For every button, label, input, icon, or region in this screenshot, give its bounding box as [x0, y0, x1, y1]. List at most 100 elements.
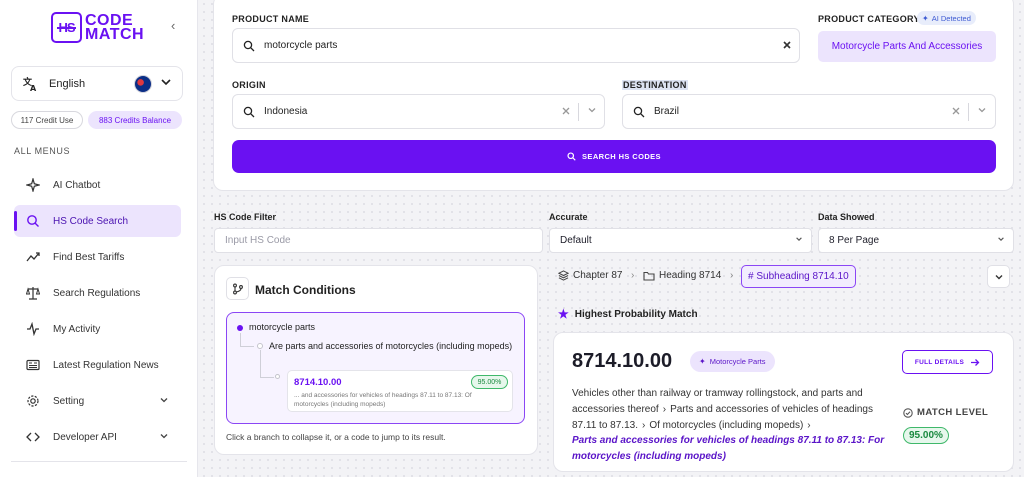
- tree-code-match-badge: 95.00%: [471, 375, 508, 389]
- breadcrumb-heading[interactable]: Heading 8714: [643, 270, 721, 281]
- data-showed-value: 8 Per Page: [829, 235, 880, 246]
- sidebar-item-hs-code-search[interactable]: HS Code Search: [14, 205, 181, 237]
- sparkle-icon: ✦: [699, 357, 706, 366]
- flag-icon: [134, 75, 152, 93]
- data-showed-label: Data Showed: [818, 212, 875, 222]
- sidebar-item-label: Latest Regulation News: [53, 359, 159, 371]
- breadcrumb-chapter-label: Chapter 87: [573, 270, 623, 281]
- chevron-down-icon: [795, 235, 803, 245]
- sidebar-item-developer-api[interactable]: Developer API: [14, 421, 181, 453]
- breadcrumb-subheading[interactable]: # Subheading 8714.10: [741, 265, 856, 288]
- credit-used-badge: 117 Credit Use: [11, 111, 83, 129]
- expand-toggle-button[interactable]: [987, 265, 1010, 288]
- star-icon: ★: [558, 307, 569, 321]
- chevron-down-icon: [995, 274, 1002, 279]
- check-circle-icon: [903, 407, 913, 418]
- match-conditions-hint: Click a branch to collapse it, or a code…: [226, 432, 446, 442]
- svg-text:A: A: [30, 84, 37, 92]
- sidebar-item-find-best-tariffs[interactable]: Find Best Tariffs: [14, 241, 181, 273]
- full-details-button[interactable]: FULL DETAILS: [902, 350, 993, 374]
- accurate-select[interactable]: Default: [549, 228, 812, 253]
- tree-connector: [240, 346, 254, 347]
- sidebar-item-search-regulations[interactable]: Search Regulations: [14, 277, 181, 309]
- translate-icon: 文A: [22, 75, 40, 93]
- clear-icon[interactable]: [782, 40, 792, 53]
- sidebar: HS CODE MATCH ‹ 文A English 117 Credit Us…: [0, 0, 198, 477]
- search-icon: [243, 106, 255, 118]
- ai-detected-label: AI Detected: [931, 13, 971, 23]
- branch-icon: [226, 277, 249, 300]
- sidebar-item-label: Developer API: [53, 431, 117, 443]
- sidebar-item-label: My Activity: [53, 323, 101, 335]
- match-level-heading: MATCH LEVEL: [903, 407, 988, 418]
- sidebar-item-label: Find Best Tariffs: [53, 251, 125, 263]
- logo-text: CODE MATCH: [85, 12, 145, 43]
- sparkles-icon: [24, 176, 42, 194]
- result-desc-part-3: Of motorcycles (including mopeds): [649, 419, 804, 431]
- code-icon: [24, 428, 42, 446]
- breadcrumb-heading-label: Heading 8714: [659, 270, 722, 281]
- arrow-right-icon: [970, 358, 980, 367]
- product-category-value[interactable]: Motorcycle Parts And Accessories: [818, 31, 996, 62]
- divider: [968, 103, 969, 121]
- sidebar-item-latest-regulation-news[interactable]: Latest Regulation News: [14, 349, 181, 381]
- tree-root[interactable]: motorcycle parts: [249, 322, 315, 332]
- match-conditions-title: Match Conditions: [255, 283, 356, 297]
- search-icon: [24, 212, 42, 230]
- chevron-right-icon: ›: [641, 419, 646, 431]
- result-desc-final: Parts and accessories for vehicles of he…: [572, 435, 885, 463]
- chevron-down-icon[interactable]: [977, 105, 987, 117]
- hs-code-filter-input[interactable]: Input HS Code: [214, 228, 543, 253]
- credits-balance-badge[interactable]: 883 Credits Balance: [88, 111, 182, 129]
- collapse-sidebar-button[interactable]: ‹: [171, 18, 175, 33]
- product-category-label: PRODUCT CATEGORY: [818, 14, 920, 24]
- sidebar-item-label: Setting: [53, 395, 85, 407]
- result-hs-code: 8714.10.00: [572, 350, 673, 372]
- sidebar-item-setting[interactable]: Setting: [14, 385, 181, 417]
- destination-select[interactable]: Brazil: [622, 94, 996, 129]
- sidebar-item-ai-chatbot[interactable]: AI Chatbot: [14, 169, 181, 201]
- origin-select[interactable]: Indonesia: [232, 94, 605, 129]
- highest-probability-label: Highest Probability Match: [574, 308, 698, 320]
- tree-node-dot: [275, 374, 280, 379]
- clear-icon[interactable]: [561, 106, 571, 119]
- breadcrumb-chapter[interactable]: Chapter 87: [558, 270, 622, 281]
- product-name-input[interactable]: motorcycle parts: [232, 28, 800, 63]
- clear-icon[interactable]: [951, 106, 961, 119]
- chevron-down-icon: [160, 76, 172, 91]
- tree-code-card[interactable]: 8714.10.00 95.00% ... and accessories fo…: [287, 370, 513, 412]
- search-icon: [567, 152, 576, 161]
- result-description: Vehicles other than railway or tramway r…: [572, 386, 887, 465]
- hs-code-filter-placeholder: Input HS Code: [225, 235, 291, 246]
- logo-line-2: MATCH: [85, 25, 145, 43]
- activity-icon: [24, 320, 42, 338]
- data-showed-select[interactable]: 8 Per Page: [818, 228, 1014, 253]
- tree-code-description: ... and accessories for vehicles of head…: [294, 392, 472, 408]
- search-icon: [633, 106, 645, 118]
- origin-label: ORIGIN: [232, 80, 266, 90]
- layers-icon: [558, 270, 569, 281]
- chevron-right-icon: ›: [807, 419, 811, 431]
- sidebar-item-my-activity[interactable]: My Activity: [14, 313, 181, 345]
- tree-code: 8714.10.00: [294, 377, 342, 388]
- divider: [11, 461, 187, 462]
- trend-icon: [24, 248, 42, 266]
- logo-mark: HS: [51, 12, 82, 43]
- tree-connector: [260, 350, 261, 377]
- accurate-value: Default: [560, 235, 592, 246]
- highest-probability-heading: ★ Highest Probability Match: [558, 307, 698, 321]
- chevron-down-icon[interactable]: [587, 105, 597, 117]
- origin-value: Indonesia: [264, 106, 308, 117]
- tree-connector: [260, 377, 274, 378]
- tree-branch[interactable]: Are parts and accessories of motorcycles…: [269, 340, 514, 352]
- chevron-down-icon: [997, 235, 1005, 245]
- sidebar-item-label: HS Code Search: [53, 215, 129, 227]
- search-button-label: SEARCH HS CODES: [582, 152, 661, 161]
- match-level-badge: 95.00%: [903, 427, 949, 444]
- app-logo[interactable]: HS CODE MATCH: [51, 12, 144, 43]
- folder-icon: [643, 271, 655, 281]
- language-select[interactable]: 文A English: [11, 66, 183, 101]
- search-icon: [243, 40, 255, 52]
- sidebar-item-label: Search Regulations: [53, 287, 141, 299]
- search-hs-codes-button[interactable]: SEARCH HS CODES: [232, 140, 996, 173]
